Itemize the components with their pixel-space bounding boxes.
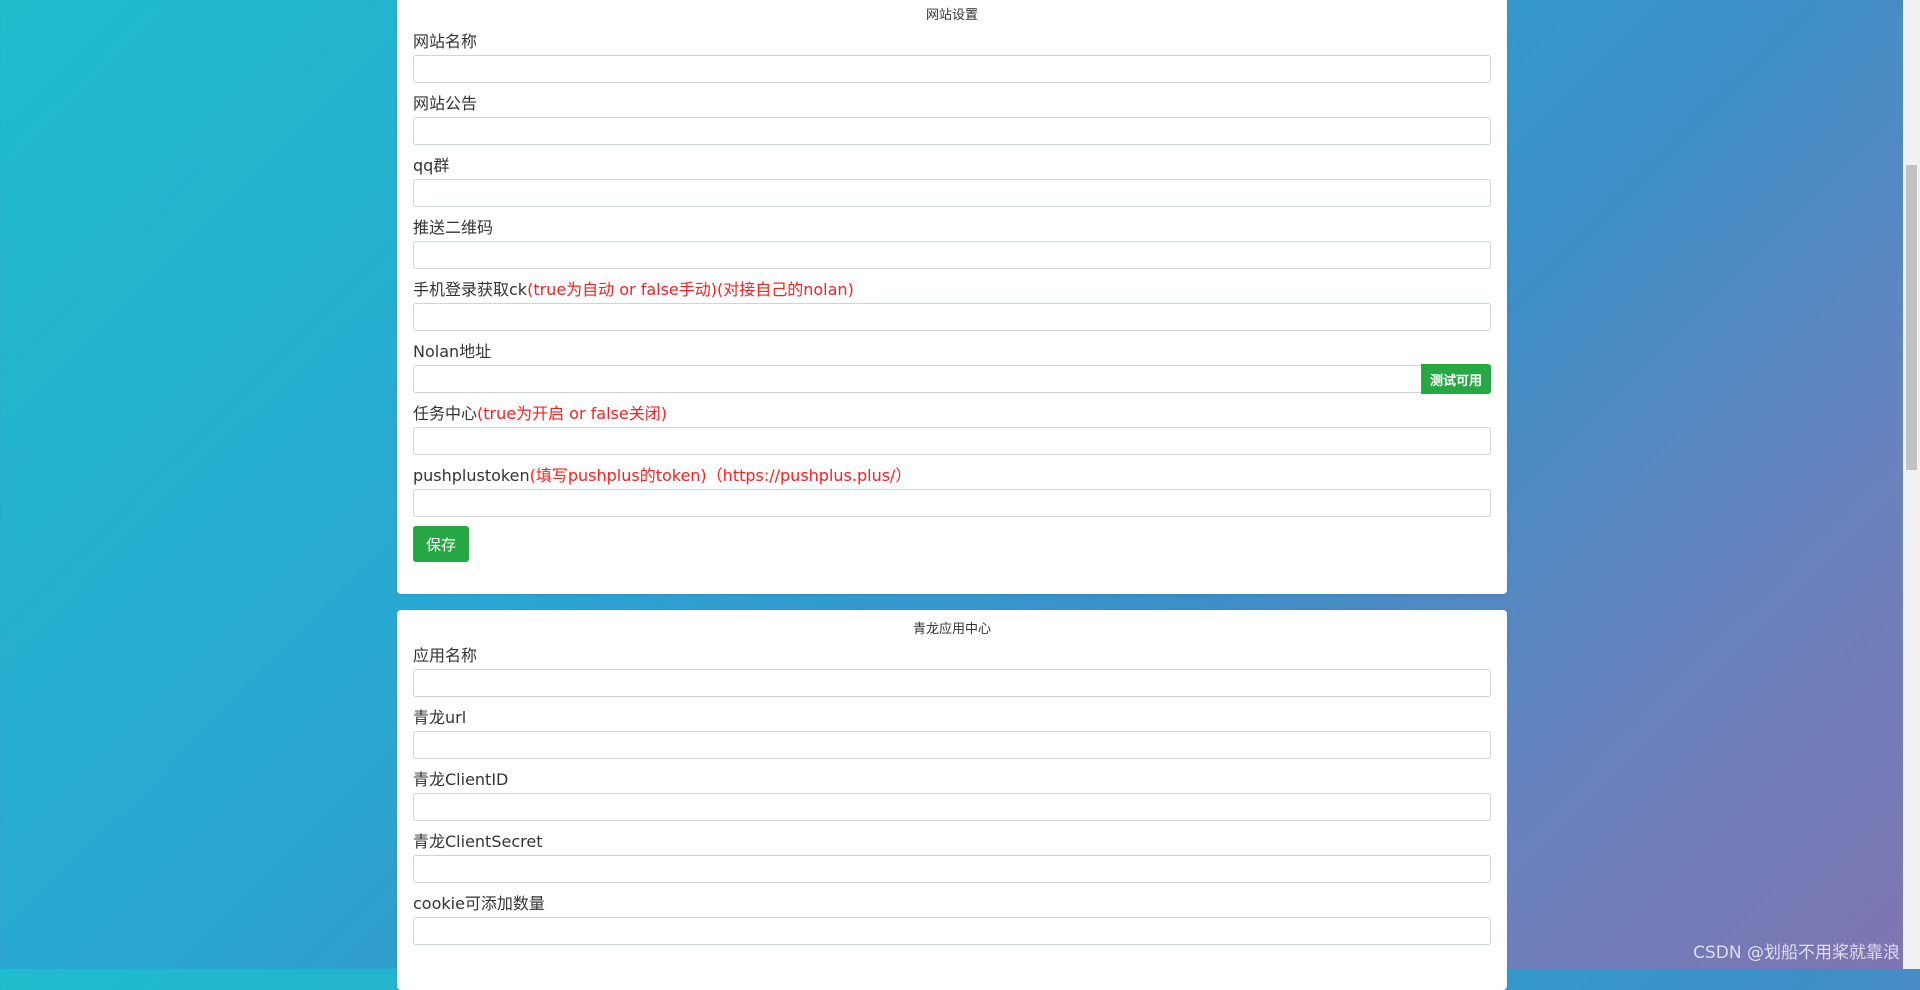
site-name-label: 网站名称 bbox=[413, 32, 478, 51]
qinglong-client-id-label: 青龙ClientID bbox=[413, 770, 509, 789]
task-center-input[interactable] bbox=[413, 427, 1491, 455]
field-phone-login-ck: 手机登录获取ck(true为自动 or false手动)(对接自己的nolan) bbox=[413, 278, 1491, 332]
field-qq-group: qq群 bbox=[413, 154, 1491, 208]
qinglong-url-input[interactable] bbox=[413, 731, 1491, 759]
nolan-address-input[interactable] bbox=[413, 365, 1423, 393]
field-app-name: 应用名称 bbox=[413, 644, 1491, 698]
field-qinglong-client-secret: 青龙ClientSecret bbox=[413, 830, 1491, 884]
site-notice-label: 网站公告 bbox=[413, 94, 478, 113]
task-center-hint: (true为开启 or false关闭) bbox=[477, 404, 667, 423]
field-qinglong-url: 青龙url bbox=[413, 706, 1491, 760]
pushplus-token-input[interactable] bbox=[413, 489, 1491, 517]
qq-group-label: qq群 bbox=[413, 156, 450, 175]
qinglong-client-id-input[interactable] bbox=[413, 793, 1491, 821]
phone-login-ck-label: 手机登录获取ck bbox=[413, 280, 528, 299]
cookie-limit-input[interactable] bbox=[413, 917, 1491, 945]
push-qrcode-label: 推送二维码 bbox=[413, 218, 494, 237]
qq-group-input[interactable] bbox=[413, 179, 1491, 207]
phone-login-ck-hint: (true为自动 or false手动)(对接自己的nolan) bbox=[527, 280, 854, 299]
pushplus-token-label: pushplustoken bbox=[413, 466, 530, 485]
scrollbar-thumb[interactable] bbox=[1906, 165, 1917, 470]
phone-login-ck-input[interactable] bbox=[413, 303, 1491, 331]
qinglong-center-title: 青龙应用中心 bbox=[912, 622, 991, 637]
website-settings-title: 网站设置 bbox=[925, 8, 978, 23]
page-scrollbar[interactable] bbox=[1903, 0, 1920, 969]
field-push-qrcode: 推送二维码 bbox=[413, 216, 1491, 270]
field-nolan-address: Nolan地址 测试可用 bbox=[413, 340, 1491, 394]
cookie-limit-label: cookie可添加数量 bbox=[413, 894, 545, 913]
qinglong-url-label: 青龙url bbox=[413, 708, 467, 727]
field-pushplus-token: pushplustoken(填写pushplus的token)（https://… bbox=[413, 464, 1491, 518]
nolan-address-label: Nolan地址 bbox=[413, 342, 492, 361]
website-settings-card: 网站设置 网站名称 网站公告 qq群 推送二维码 手机登录获取ck(true为自… bbox=[397, 0, 1507, 594]
qinglong-client-secret-label: 青龙ClientSecret bbox=[413, 832, 543, 851]
qinglong-center-card: 青龙应用中心 应用名称 青龙url 青龙ClientID 青龙ClientSec… bbox=[397, 610, 1507, 990]
field-site-notice: 网站公告 bbox=[413, 92, 1491, 146]
site-name-input[interactable] bbox=[413, 55, 1491, 83]
site-notice-input[interactable] bbox=[413, 117, 1491, 145]
app-name-label: 应用名称 bbox=[413, 646, 478, 665]
pushplus-token-hint: (填写pushplus的token)（https://pushplus.plus… bbox=[529, 466, 912, 485]
test-available-button[interactable]: 测试可用 bbox=[1420, 364, 1491, 394]
csdn-watermark: CSDN @划船不用桨就靠浪 bbox=[1693, 943, 1900, 963]
field-cookie-limit: cookie可添加数量 bbox=[413, 892, 1491, 946]
push-qrcode-input[interactable] bbox=[413, 241, 1491, 269]
qinglong-client-secret-input[interactable] bbox=[413, 855, 1491, 883]
field-qinglong-client-id: 青龙ClientID bbox=[413, 768, 1491, 822]
field-task-center: 任务中心(true为开启 or false关闭) bbox=[413, 402, 1491, 456]
task-center-label: 任务中心 bbox=[413, 404, 478, 423]
save-button[interactable]: 保存 bbox=[413, 526, 470, 562]
app-name-input[interactable] bbox=[413, 669, 1491, 697]
field-site-name: 网站名称 bbox=[413, 30, 1491, 84]
